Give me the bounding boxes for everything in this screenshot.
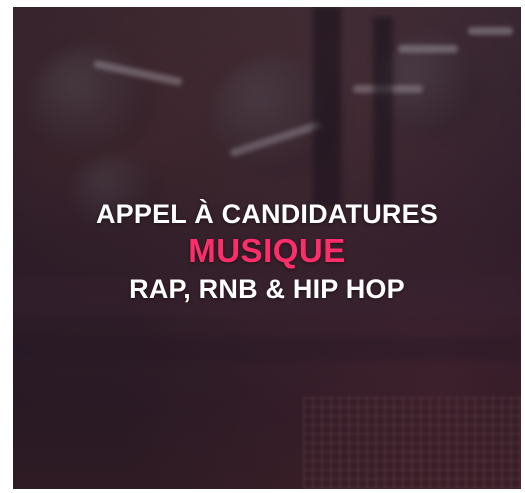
poster-text: APPEL À CANDIDATURES MUSIQUE RAP, RNB & … — [13, 197, 521, 307]
poster-image: APPEL À CANDIDATURES MUSIQUE RAP, RNB & … — [13, 7, 521, 489]
headline-genres: RAP, RNB & HIP HOP — [129, 274, 405, 304]
headline-call-for-applications: APPEL À CANDIDATURES — [95, 199, 439, 229]
headline-music: MUSIQUE — [188, 232, 346, 269]
